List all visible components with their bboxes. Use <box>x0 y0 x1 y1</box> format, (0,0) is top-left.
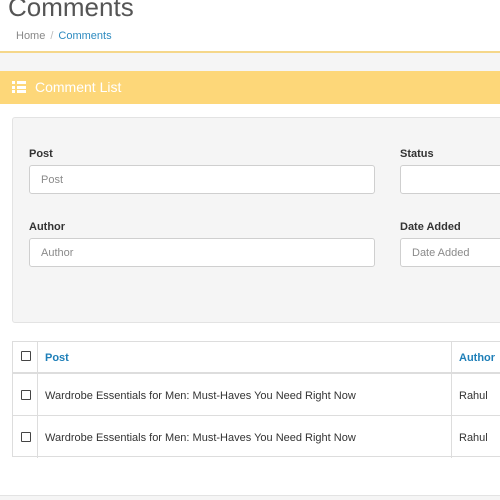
breadcrumb-separator: / <box>50 30 54 42</box>
date-added-filter-input[interactable] <box>400 238 500 267</box>
post-column-header[interactable]: Post <box>45 352 69 364</box>
post-filter-input[interactable] <box>29 165 375 194</box>
post-filter-label: Post <box>29 148 53 160</box>
table-header-row: Post Author <box>13 342 500 374</box>
author-column-header[interactable]: Author <box>459 352 495 364</box>
panel-heading: Comment List <box>0 71 500 104</box>
table-row: Wardrobe Essentials for Men: Must-Haves … <box>13 416 500 458</box>
row-author-cell: Rahul <box>459 390 488 402</box>
table-row: Wardrobe Essentials for Men: Must-Haves … <box>13 374 500 416</box>
row-post-cell: Wardrobe Essentials for Men: Must-Haves … <box>45 432 356 444</box>
row-post-cell: Wardrobe Essentials for Men: Must-Haves … <box>45 390 356 402</box>
breadcrumb-home-link[interactable]: Home <box>16 30 45 42</box>
comments-table: Post Author Wardrobe Essentials for Men:… <box>12 341 500 458</box>
row-checkbox[interactable] <box>21 390 31 400</box>
select-all-checkbox[interactable] <box>21 351 31 361</box>
filter-box: Post Status Author Date Added <box>12 117 500 323</box>
breadcrumb-current-link[interactable]: Comments <box>58 30 111 42</box>
status-filter-label: Status <box>400 148 434 160</box>
page-header: Comments Home / Comments <box>0 0 500 53</box>
row-checkbox[interactable] <box>21 432 31 442</box>
comment-list-panel: Comment List Post Status Author Date Add… <box>0 71 500 496</box>
author-filter-input[interactable] <box>29 238 375 267</box>
breadcrumb: Home / Comments <box>16 30 112 42</box>
panel-title: Comment List <box>35 79 122 95</box>
date-added-filter-label: Date Added <box>400 221 461 233</box>
list-icon <box>12 81 26 93</box>
row-author-cell: Rahul <box>459 432 488 444</box>
page-title: Comments <box>8 0 134 22</box>
status-filter-select[interactable] <box>400 165 500 194</box>
author-filter-label: Author <box>29 221 66 233</box>
